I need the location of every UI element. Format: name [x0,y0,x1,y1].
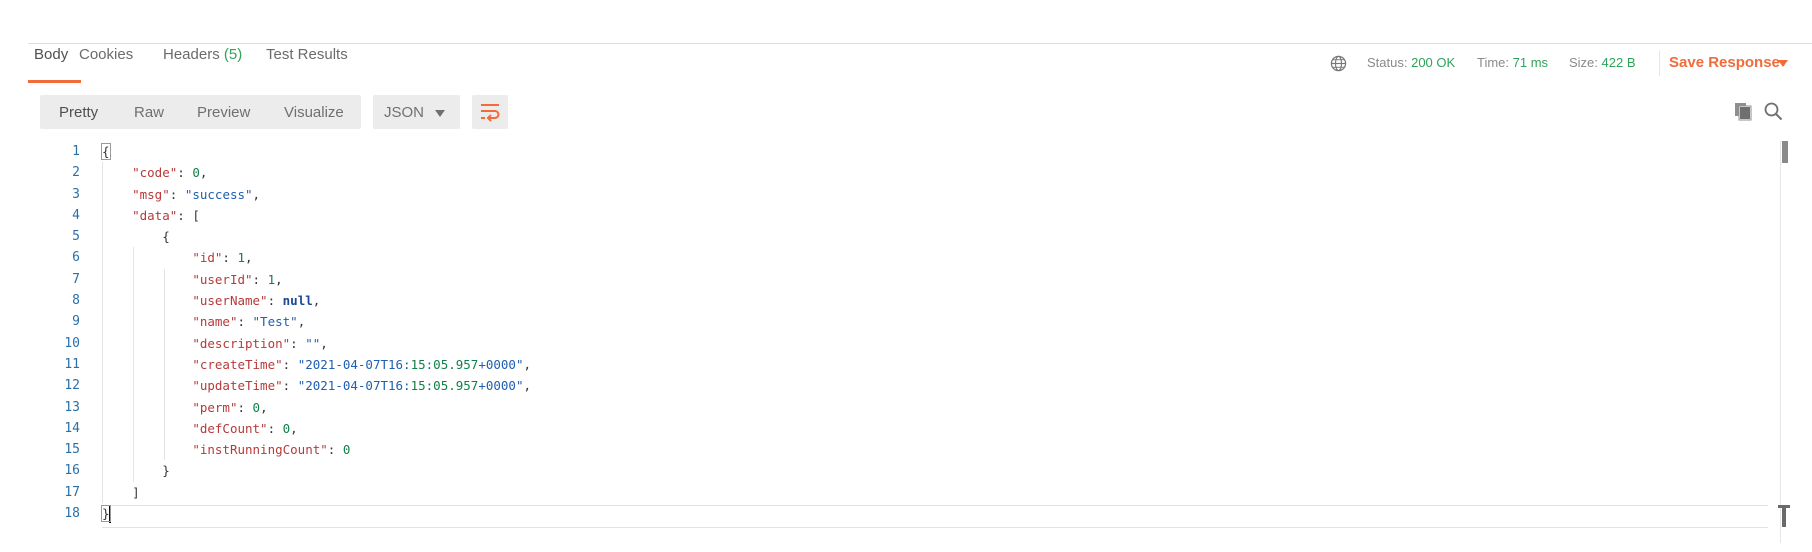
wrap-lines-button[interactable] [472,95,508,129]
line-number: 1 [72,144,80,159]
line-number: 4 [72,207,80,223]
code-line: "userId": 1, [192,271,283,287]
code-line: "perm": 0, [192,399,268,415]
chevron-down-icon [435,110,445,117]
scrollbar-track [1780,141,1781,543]
line-number-gutter: 1 2 3 4 5 6 7 8 9 10 11 12 13 14 15 16 1… [40,141,80,524]
code-line: "updateTime": "2021-04-07T16:15:05.957+0… [192,378,532,394]
view-pretty-button[interactable]: Pretty [59,104,98,121]
line-number: 9 [72,314,80,330]
meta-divider [1659,50,1660,76]
view-visualize-button[interactable]: Visualize [284,104,344,121]
json-code: { "code": 0, "msg": "success", "data": [… [101,141,1780,524]
line-number: 18 [64,506,80,522]
time-value: 71 ms [1512,55,1549,70]
format-select[interactable]: JSON [373,95,460,129]
line-number: 8 [72,293,80,309]
line-number: 11 [64,356,80,372]
status-info: Status: 200 OK [1367,55,1455,70]
tab-test-results[interactable]: Test Results [266,46,348,63]
wrap-lines-icon [481,104,500,122]
line-number: 12 [64,378,80,394]
top-divider [28,43,1812,44]
code-line: "userName": null, [192,293,321,309]
headers-count: (5) [223,46,243,63]
code-line: "id": 1, [192,250,253,266]
view-raw-button[interactable]: Raw [134,104,164,121]
line-number: 5 [72,229,80,245]
size-label: Size: [1569,55,1598,70]
code-line: "msg": "success", [132,186,261,202]
copy-icon[interactable] [1733,101,1753,121]
code-line: } [102,463,170,479]
text-cursor-marker-icon [1778,505,1790,527]
save-response-button[interactable]: Save Response [1669,54,1780,71]
tab-headers[interactable]: Headers (5) [163,46,242,63]
line-number: 14 [64,420,80,436]
tab-headers-label: Headers [163,46,220,63]
response-body-editor[interactable]: 1 2 3 4 5 6 7 8 9 10 11 12 13 14 15 16 1… [40,141,1780,531]
format-select-value: JSON [384,104,425,121]
code-line: "name": "Test", [192,314,306,330]
time-info[interactable]: Time: 71 ms [1477,55,1548,70]
status-value: 200 OK [1411,55,1456,70]
code-line: "createTime": "2021-04-07T16:15:05.957+0… [192,356,532,372]
code-line: "code": 0, [132,165,208,181]
active-tab-indicator [28,80,81,83]
tab-cookies[interactable]: Cookies [79,46,133,63]
line-number: 15 [64,442,80,458]
scrollbar-thumb[interactable] [1782,141,1788,163]
code-line: "defCount": 0, [192,420,298,436]
line-number: 2 [72,165,80,181]
code-line: "description": "", [192,335,328,351]
size-info[interactable]: Size: 422 B [1569,55,1636,70]
code-line: ] [102,484,140,500]
line-number: 17 [64,484,80,500]
search-icon[interactable] [1763,101,1783,121]
code-line: { [102,229,170,245]
status-label: Status: [1367,55,1408,70]
line-number: 7 [72,271,80,287]
code-line: { [101,143,111,160]
view-preview-button[interactable]: Preview [197,104,250,121]
code-line: "instRunningCount": 0 [192,442,351,458]
line-number: 6 [72,250,80,266]
time-label: Time: [1477,55,1510,70]
code-line: } [101,505,111,524]
line-number: 10 [64,335,80,351]
line-number: 16 [64,463,80,479]
globe-icon[interactable] [1330,55,1347,72]
view-mode-group: Pretty Raw Preview Visualize [40,95,361,129]
line-number: 13 [64,399,80,415]
line-number: 3 [72,186,80,202]
save-dropdown-caret-icon[interactable] [1778,60,1788,67]
text-cursor [108,506,111,524]
code-line: "data": [ [132,207,200,223]
size-value: 422 B [1601,55,1636,70]
tab-body[interactable]: Body [34,46,68,63]
